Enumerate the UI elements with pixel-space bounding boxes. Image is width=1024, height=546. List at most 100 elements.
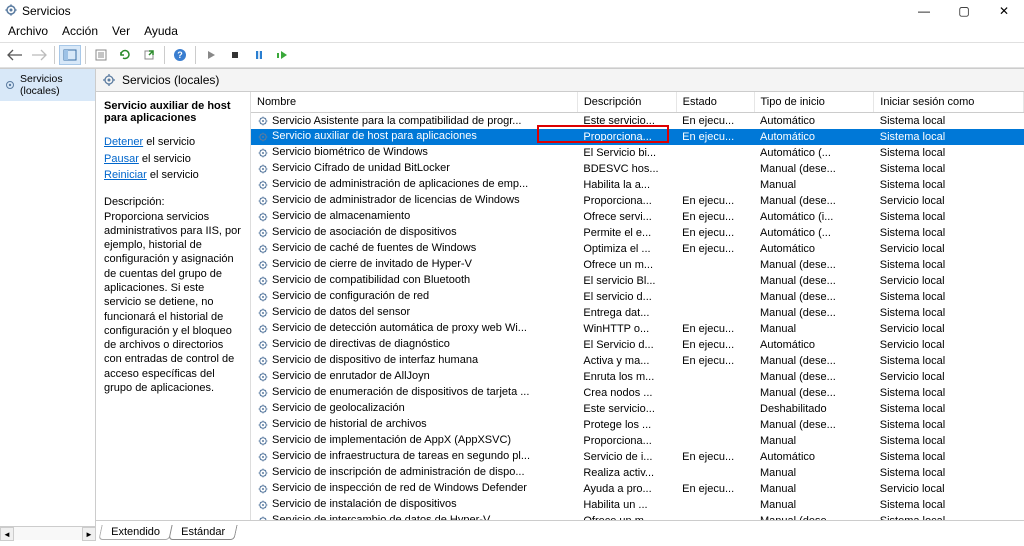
gear-icon	[257, 211, 269, 223]
service-startup: Automático	[754, 113, 874, 129]
gear-icon	[257, 147, 269, 159]
service-name: Servicio de enrutador de AllJoyn	[272, 370, 430, 382]
tree-node-services-local[interactable]: Servicios (locales)	[0, 69, 95, 101]
stop-service-button[interactable]	[224, 45, 246, 65]
service-row[interactable]: Servicio de administrador de licencias d…	[251, 193, 1024, 209]
service-name: Servicio de cierre de invitado de Hyper-…	[272, 258, 472, 270]
service-row[interactable]: Servicio de historial de archivosProtege…	[251, 417, 1024, 433]
scroll-right-arrow[interactable]: ►	[82, 527, 96, 541]
service-description: Proporciona...	[577, 129, 676, 145]
pause-service-link[interactable]: Pausar	[104, 153, 139, 165]
forward-button[interactable]	[28, 45, 50, 65]
service-logon: Sistema local	[874, 513, 1024, 521]
pause-service-button[interactable]	[248, 45, 270, 65]
menu-action[interactable]: Acción	[62, 24, 98, 38]
scroll-track[interactable]	[14, 527, 82, 540]
start-service-button[interactable]	[200, 45, 222, 65]
service-logon: Servicio local	[874, 337, 1024, 353]
export-button[interactable]	[138, 45, 160, 65]
service-description: Activa y ma...	[577, 353, 676, 369]
service-row[interactable]: Servicio de geolocalizaciónEste servicio…	[251, 401, 1024, 417]
service-state	[676, 273, 754, 289]
service-description: Protege los ...	[577, 417, 676, 433]
service-logon: Sistema local	[874, 497, 1024, 513]
service-row[interactable]: Servicio de datos del sensorEntrega dat.…	[251, 305, 1024, 321]
minimize-button[interactable]: —	[904, 0, 944, 22]
service-description: Ofrece un m...	[577, 513, 676, 521]
back-button[interactable]	[4, 45, 26, 65]
maximize-button[interactable]: ▢	[944, 0, 984, 22]
service-description: Enruta los m...	[577, 369, 676, 385]
service-row[interactable]: Servicio de configuración de redEl servi…	[251, 289, 1024, 305]
service-state	[676, 513, 754, 521]
column-header-startup[interactable]: Tipo de inicio	[754, 92, 874, 113]
service-row[interactable]: Servicio de intercambio de datos de Hype…	[251, 513, 1024, 521]
service-row[interactable]: Servicio auxiliar de host para aplicacio…	[251, 129, 1024, 145]
column-header-name[interactable]: Nombre	[251, 92, 577, 113]
tree-h-scrollbar[interactable]: ◄ ►	[0, 526, 96, 540]
restart-service-link[interactable]: Reiniciar	[104, 169, 147, 181]
help-button[interactable]: ?	[169, 45, 191, 65]
service-row[interactable]: Servicio de compatibilidad con Bluetooth…	[251, 273, 1024, 289]
service-startup: Manual (dese...	[754, 193, 874, 209]
service-name: Servicio de instalación de dispositivos	[272, 498, 457, 510]
service-row[interactable]: Servicio Cifrado de unidad BitLockerBDES…	[251, 161, 1024, 177]
column-header-state[interactable]: Estado	[676, 92, 754, 113]
service-row[interactable]: Servicio de caché de fuentes de WindowsO…	[251, 241, 1024, 257]
service-row[interactable]: Servicio Asistente para la compatibilida…	[251, 113, 1024, 129]
properties-button[interactable]	[90, 45, 112, 65]
service-description: Permite el e...	[577, 225, 676, 241]
service-row[interactable]: Servicio de directivas de diagnósticoEl …	[251, 337, 1024, 353]
service-row[interactable]: Servicio de detección automática de prox…	[251, 321, 1024, 337]
service-row[interactable]: Servicio biométrico de WindowsEl Servici…	[251, 145, 1024, 161]
refresh-button[interactable]	[114, 45, 136, 65]
service-row[interactable]: Servicio de enumeración de dispositivos …	[251, 385, 1024, 401]
stop-service-link[interactable]: Detener	[104, 136, 143, 148]
service-row[interactable]: Servicio de administración de aplicacion…	[251, 177, 1024, 193]
service-row[interactable]: Servicio de almacenamientoOfrece servi..…	[251, 209, 1024, 225]
service-name: Servicio de intercambio de datos de Hype…	[272, 514, 490, 520]
service-row[interactable]: Servicio de infraestructura de tareas en…	[251, 449, 1024, 465]
service-row[interactable]: Servicio de dispositivo de interfaz huma…	[251, 353, 1024, 369]
service-state: En ejecu...	[676, 449, 754, 465]
service-state: En ejecu...	[676, 321, 754, 337]
services-list[interactable]: Nombre Descripción Estado Tipo de inicio…	[251, 92, 1024, 520]
service-description: Ofrece un m...	[577, 257, 676, 273]
service-name: Servicio de compatibilidad con Bluetooth	[272, 274, 470, 286]
menu-file[interactable]: Archivo	[8, 24, 48, 38]
restart-service-button[interactable]	[272, 45, 294, 65]
scroll-left-arrow[interactable]: ◄	[0, 527, 14, 541]
menu-help[interactable]: Ayuda	[144, 24, 178, 38]
svg-text:?: ?	[177, 50, 183, 60]
service-state	[676, 465, 754, 481]
service-logon: Sistema local	[874, 417, 1024, 433]
gear-icon	[257, 499, 269, 511]
service-state	[676, 257, 754, 273]
service-row[interactable]: Servicio de implementación de AppX (AppX…	[251, 433, 1024, 449]
service-row[interactable]: Servicio de asociación de dispositivosPe…	[251, 225, 1024, 241]
show-tree-button[interactable]	[59, 45, 81, 65]
window-title: Servicios	[22, 4, 71, 18]
service-logon: Sistema local	[874, 225, 1024, 241]
service-row[interactable]: Servicio de inscripción de administració…	[251, 465, 1024, 481]
column-header-logon[interactable]: Iniciar sesión como	[874, 92, 1024, 113]
service-name: Servicio de administrador de licencias d…	[272, 194, 520, 206]
service-name: Servicio de implementación de AppX (AppX…	[272, 434, 511, 446]
column-header-description[interactable]: Descripción	[577, 92, 676, 113]
service-row[interactable]: Servicio de instalación de dispositivosH…	[251, 497, 1024, 513]
gear-icon	[257, 339, 269, 351]
service-state	[676, 401, 754, 417]
service-state	[676, 385, 754, 401]
service-logon: Sistema local	[874, 401, 1024, 417]
close-button[interactable]: ✕	[984, 0, 1024, 22]
service-row[interactable]: Servicio de inspección de red de Windows…	[251, 481, 1024, 497]
gear-icon	[257, 451, 269, 463]
service-state: En ejecu...	[676, 113, 754, 129]
service-row[interactable]: Servicio de cierre de invitado de Hyper-…	[251, 257, 1024, 273]
service-name: Servicio auxiliar de host para aplicacio…	[272, 130, 477, 142]
service-row[interactable]: Servicio de enrutador de AllJoyn Enruta l…	[251, 369, 1024, 385]
service-startup: Manual (dese...	[754, 513, 874, 521]
tab-standard[interactable]: Estándar	[168, 525, 237, 540]
tab-extended[interactable]: Extendido	[98, 525, 172, 540]
menu-view[interactable]: Ver	[112, 24, 130, 38]
